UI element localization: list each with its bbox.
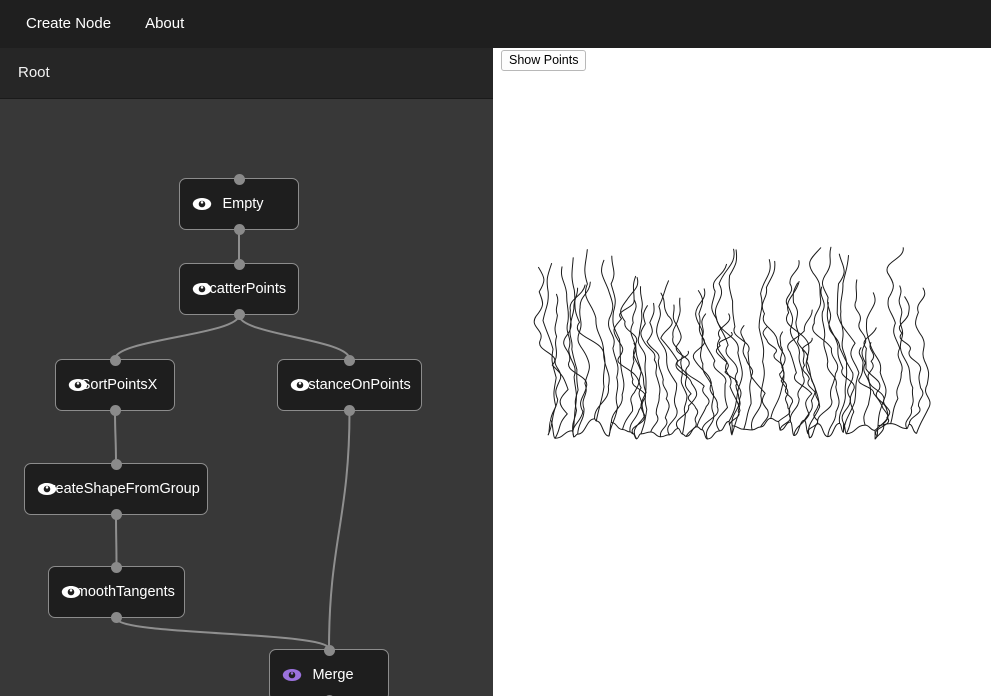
viewport-drawing bbox=[533, 246, 931, 440]
eye-icon[interactable] bbox=[61, 585, 81, 599]
graph-node-scatterpoints[interactable]: ScatterPoints bbox=[179, 258, 299, 320]
grass-blade bbox=[836, 253, 860, 433]
grass-blade bbox=[692, 313, 719, 431]
grass-blade bbox=[533, 266, 569, 439]
graph-edge-sortpointsx-to-createshapefromgroup bbox=[114, 410, 117, 464]
eye-icon[interactable] bbox=[192, 282, 212, 296]
graph-node-createshapefromgroup[interactable]: CreateShapeFromGroup bbox=[24, 458, 208, 520]
grass-blade bbox=[672, 297, 688, 435]
grass-blade bbox=[865, 292, 887, 426]
grass-blade bbox=[785, 260, 805, 423]
menu-bar: Create Node About bbox=[0, 0, 991, 48]
node-input-port[interactable] bbox=[111, 561, 122, 573]
grass-blade bbox=[762, 326, 791, 423]
node-input-port[interactable] bbox=[110, 458, 122, 470]
eye-icon[interactable] bbox=[37, 482, 57, 496]
show-points-button[interactable]: Show Points bbox=[501, 50, 587, 71]
eye-icon-active[interactable] bbox=[282, 668, 302, 682]
grass-blade bbox=[676, 350, 699, 437]
grass-blade bbox=[577, 281, 591, 435]
grass-blade bbox=[792, 282, 816, 421]
grass-blade bbox=[695, 288, 715, 440]
grass-blade bbox=[854, 279, 872, 426]
graph-node-instanceonpoints[interactable]: InstanceOnPoints bbox=[277, 354, 422, 416]
graph-node-empty[interactable]: Empty bbox=[179, 173, 299, 235]
node-graph-panel: Root Empty ScatterPoints SortPointsX Instan… bbox=[0, 48, 493, 696]
graph-node-sortpointsx[interactable]: SortPointsX bbox=[55, 354, 175, 416]
app-window: Create Node About Root Empty ScatterPoint… bbox=[0, 0, 991, 696]
node-input-port[interactable] bbox=[109, 354, 121, 366]
grass-blade bbox=[915, 287, 931, 434]
node-output-port[interactable] bbox=[109, 404, 121, 416]
node-output-port[interactable] bbox=[111, 611, 122, 623]
eye-icon[interactable] bbox=[290, 378, 310, 392]
node-input-port[interactable] bbox=[233, 173, 245, 185]
grass-blade bbox=[620, 277, 643, 433]
grass-blade bbox=[898, 296, 924, 425]
grass-blade bbox=[821, 246, 854, 424]
graph-breadcrumb-bar: Root bbox=[0, 48, 493, 99]
grass-blade bbox=[715, 332, 741, 426]
graph-canvas[interactable]: Empty ScatterPoints SortPointsX InstanceOnP… bbox=[0, 99, 493, 696]
graph-edge-createshapefromgroup-to-smoothtangents bbox=[115, 514, 118, 567]
breadcrumb-root[interactable]: Root bbox=[18, 48, 50, 98]
menu-create-node[interactable]: Create Node bbox=[16, 0, 121, 48]
node-output-port[interactable] bbox=[233, 308, 245, 320]
graph-edge-smoothtangents-to-merge bbox=[115, 617, 330, 650]
graph-edge-instanceonpoints-to-merge bbox=[328, 410, 351, 650]
node-input-port[interactable] bbox=[344, 354, 355, 366]
render-viewport: Show Points bbox=[493, 48, 991, 696]
node-input-port[interactable] bbox=[323, 644, 335, 656]
graph-node-smoothtangents[interactable]: SmoothTangents bbox=[48, 561, 185, 623]
graph-edge-scatterpoints-to-instanceonpoints bbox=[238, 314, 351, 360]
eye-icon[interactable] bbox=[68, 378, 88, 392]
graph-edge-scatterpoints-to-sortpointsx bbox=[114, 314, 240, 360]
grass-blade bbox=[601, 259, 619, 437]
node-output-port[interactable] bbox=[233, 223, 245, 235]
grass-blade bbox=[761, 260, 786, 419]
node-output-port[interactable] bbox=[110, 508, 122, 520]
graph-node-merge[interactable]: Merge bbox=[269, 644, 389, 696]
node-input-port[interactable] bbox=[233, 258, 245, 270]
menu-about[interactable]: About bbox=[135, 0, 194, 48]
node-output-port[interactable] bbox=[344, 404, 355, 416]
eye-icon[interactable] bbox=[192, 197, 212, 211]
grass-blade bbox=[656, 280, 678, 436]
